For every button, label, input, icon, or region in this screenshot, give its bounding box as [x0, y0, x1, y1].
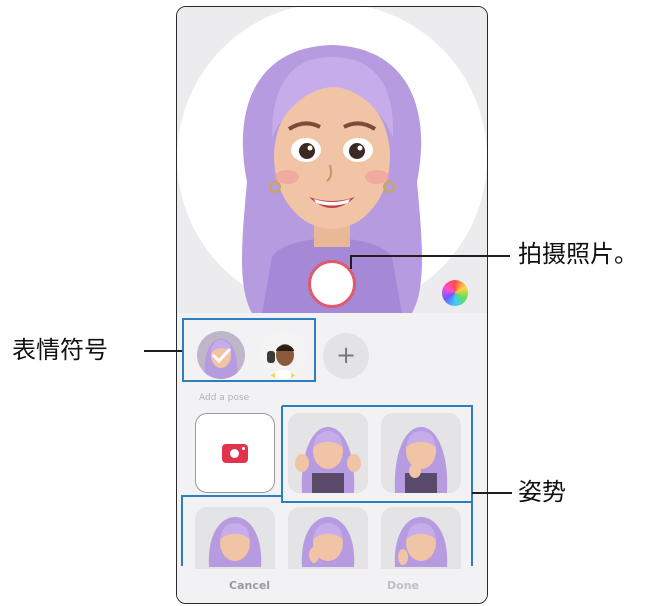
camera-icon [222, 444, 248, 463]
pose-tile-2[interactable] [381, 413, 461, 493]
pose-peace-sign-image [301, 517, 355, 567]
take-photo-leader-line [350, 255, 510, 257]
camera-preview [177, 7, 487, 313]
pose-victory-image [394, 517, 448, 567]
emojis-highlight-box [182, 318, 316, 382]
bottom-bar: Cancel Done [177, 569, 487, 603]
pose-thinking-image [394, 427, 448, 493]
pose-wink-image [208, 517, 262, 567]
pose-grid [177, 411, 487, 587]
take-photo-callout-label: 拍摄照片。 [518, 240, 638, 268]
poses-callout-label: 姿势 [518, 478, 566, 506]
color-palette-icon[interactable] [442, 280, 468, 306]
capture-pose-tile[interactable] [195, 413, 275, 493]
pose-wave-hands-image [295, 427, 361, 493]
emojis-leader-line [144, 350, 182, 352]
pose-tile-1[interactable] [288, 413, 368, 493]
emojis-callout-label: 表情符号 [12, 336, 108, 364]
phone-frame: + Add a pose Cancel Done [176, 6, 488, 604]
add-pose-label: Add a pose [199, 393, 250, 403]
add-emoji-button[interactable]: + [323, 333, 369, 379]
done-button[interactable]: Done [387, 579, 419, 592]
poses-leader-line [472, 492, 512, 494]
cancel-button[interactable]: Cancel [229, 579, 270, 592]
shutter-button[interactable] [308, 260, 356, 308]
take-photo-leader-tick [350, 255, 352, 269]
